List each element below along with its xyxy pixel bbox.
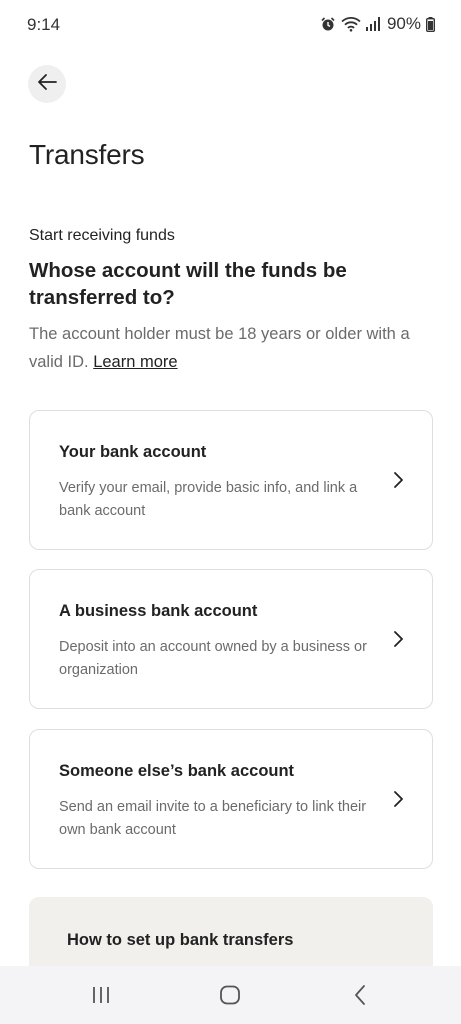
- option-business-bank-account[interactable]: A business bank account Deposit into an …: [29, 569, 433, 709]
- system-nav-bar: [0, 966, 461, 1024]
- option-description: Verify your email, provide basic info, a…: [59, 480, 358, 519]
- status-icons: 90%: [320, 14, 435, 34]
- alarm-icon: [320, 16, 336, 32]
- chevron-right-icon: [392, 471, 404, 494]
- option-title: Someone else’s bank account: [59, 762, 295, 780]
- option-description: Deposit into an account owned by a busin…: [59, 639, 367, 678]
- arrow-left-icon: [36, 71, 58, 98]
- helper-text: The account holder must be 18 years or o…: [29, 320, 434, 376]
- chevron-right-icon: [392, 790, 404, 813]
- battery-icon: [426, 16, 435, 32]
- option-your-bank-account[interactable]: Your bank account Verify your email, pro…: [29, 410, 433, 550]
- status-bar: 9:14 90%: [0, 0, 461, 52]
- back-icon[interactable]: [349, 984, 371, 1011]
- learn-more-link[interactable]: Learn more: [93, 353, 177, 371]
- helper-text-body: The account holder must be 18 years or o…: [29, 325, 410, 371]
- signal-icon: [365, 17, 380, 31]
- chevron-right-icon: [392, 630, 404, 653]
- recent-apps-icon[interactable]: [90, 984, 112, 1011]
- section-label: Start receiving funds: [29, 227, 175, 244]
- option-title: Your bank account: [59, 443, 207, 461]
- page-title: Transfers: [29, 139, 145, 170]
- wifi-icon: [341, 16, 361, 32]
- status-time: 9:14: [27, 15, 61, 34]
- howto-title: How to set up bank transfers: [67, 931, 294, 949]
- option-title: A business bank account: [59, 602, 258, 620]
- back-button[interactable]: [28, 65, 66, 103]
- option-someone-elses-bank-account[interactable]: Someone else’s bank account Send an emai…: [29, 729, 433, 869]
- battery-percentage: 90%: [386, 14, 421, 33]
- home-icon[interactable]: [219, 984, 241, 1011]
- option-description: Send an email invite to a beneficiary to…: [59, 799, 367, 838]
- question-heading: Whose account will the funds be transfer…: [29, 259, 347, 309]
